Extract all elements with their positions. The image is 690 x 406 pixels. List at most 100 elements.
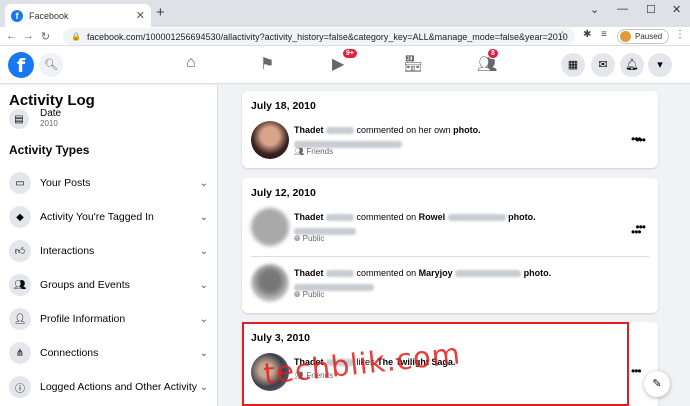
blurred-surname <box>326 127 355 135</box>
calendar-icon: ▤ <box>9 109 29 129</box>
blurred-target-surname <box>447 214 506 222</box>
globe-icon: 🌐︎ <box>294 290 303 299</box>
close-window-icon[interactable]: ✕ <box>672 3 681 16</box>
minimize-icon[interactable]: — <box>617 3 628 15</box>
compose-icon[interactable]: ✎ <box>644 371 670 397</box>
sidebar-item-interactions[interactable]: 👍︎ Interactions ⌄ <box>9 238 208 264</box>
sidebar-item-label: Connections <box>40 347 99 359</box>
sidebar-item-tagged-in[interactable]: ◆ Activity You're Tagged In ⌄ <box>9 204 208 230</box>
activity-date: July 12, 2010 <box>251 187 316 199</box>
person-icon: 👤︎ <box>9 308 31 330</box>
new-tab-button[interactable]: + <box>156 4 165 21</box>
notifications-icon[interactable]: 🔔︎ <box>620 53 644 77</box>
activity-entry[interactable]: Thadet commented on Rowel photo. 🌐︎ Publ… <box>251 208 649 252</box>
pages-flag-icon[interactable]: ⚑ <box>260 54 274 74</box>
thumbs-up-icon: 👍︎ <box>9 240 31 262</box>
activity-entry[interactable]: Thadet commented on her own photo. 👥︎ Fr… <box>251 121 649 165</box>
info-icon: ⓘ <box>9 376 31 398</box>
lock-icon[interactable]: 🔒 <box>71 32 81 41</box>
tab-search-icon[interactable]: ⌄ <box>590 3 599 16</box>
posts-icon: ▭ <box>9 172 31 194</box>
actor-name[interactable]: Thadet <box>294 268 324 278</box>
chevron-down-icon: ⌄ <box>199 347 208 359</box>
tab-title: Facebook <box>29 10 69 21</box>
sidebar-item-connections[interactable]: ⋔ Connections ⌄ <box>9 340 208 366</box>
facebook-favicon-icon: f <box>11 9 23 22</box>
facebook-logo[interactable]: f <box>8 52 34 78</box>
activity-object[interactable]: photo. <box>453 125 481 135</box>
marketplace-icon[interactable]: 🏪︎ <box>403 54 423 74</box>
audience: 👥︎ Friends <box>294 147 333 156</box>
date-filter-label: Date <box>40 108 62 119</box>
highlight-box <box>242 322 629 406</box>
actor-name[interactable]: Thadet <box>294 212 324 222</box>
more-options-icon[interactable]: ••• <box>631 225 642 239</box>
blurred-surname <box>326 270 355 278</box>
activity-action: commented on <box>356 268 417 278</box>
browser-menu-icon[interactable]: ⋮ <box>675 29 685 40</box>
activity-date: July 18, 2010 <box>251 100 316 112</box>
activity-target[interactable]: Rowel <box>419 212 446 222</box>
sidebar-item-label: Groups and Events <box>40 279 130 291</box>
activity-group-card: July 18, 2010 Thadet commented on her ow… <box>242 91 658 168</box>
activity-object[interactable]: photo. <box>524 268 552 278</box>
groups-icon[interactable]: 👥︎ 8 <box>477 48 499 74</box>
watch-icon[interactable]: ▶ 9+ <box>332 48 358 74</box>
sidebar-item-profile-information[interactable]: 👤︎ Profile Information ⌄ <box>9 306 208 332</box>
chevron-down-icon: ⌄ <box>199 279 208 291</box>
reading-list-icon[interactable]: ≡ <box>601 29 607 40</box>
forward-icon[interactable]: → <box>20 30 37 42</box>
sidebar-item-groups-events[interactable]: 👥︎ Groups and Events ⌄ <box>9 272 208 298</box>
activity-thumbnail[interactable] <box>251 121 289 159</box>
more-options-icon[interactable]: ••• <box>631 132 642 146</box>
audience: 🌐︎ Public <box>294 234 324 244</box>
activity-object[interactable]: photo. <box>508 212 536 222</box>
menu-grid-icon[interactable]: ▦ <box>561 53 585 77</box>
chevron-down-icon: ⌄ <box>199 313 208 325</box>
sidebar-item-label: Profile Information <box>40 313 126 325</box>
browser-tab[interactable]: f Facebook ✕ <box>5 4 151 27</box>
back-icon[interactable]: ← <box>3 30 20 42</box>
actor-name[interactable]: Thadet <box>294 125 324 135</box>
chevron-down-icon: ⌄ <box>199 211 208 223</box>
divider <box>251 256 649 257</box>
activity-group-card: July 12, 2010 Thadet commented on Rowel … <box>242 178 658 313</box>
groups-icon: 👥︎ <box>9 274 31 296</box>
activity-target[interactable]: Maryjoy <box>419 268 453 278</box>
sidebar-item-label: Activity You're Tagged In <box>40 211 154 223</box>
sidebar-item-label: Logged Actions and Other Activity <box>40 381 198 393</box>
blurred-target-surname <box>455 270 522 278</box>
audience-label: Friends <box>306 147 334 156</box>
paused-label: Paused <box>635 32 663 41</box>
tag-icon: ◆ <box>9 206 31 228</box>
messenger-icon[interactable]: ✉ <box>591 53 615 77</box>
maximize-icon[interactable]: ☐ <box>646 3 656 16</box>
audience-label: Public <box>302 234 325 243</box>
sidebar-item-label: Your Posts <box>40 177 91 189</box>
address-bar[interactable]: 🔒 facebook.com/100001256694530/allactivi… <box>63 28 575 45</box>
page-title: Activity Log <box>9 92 95 109</box>
watch-badge: 9+ <box>342 48 358 59</box>
profile-paused-button[interactable]: Paused <box>617 29 669 44</box>
date-filter-value: 2010 <box>40 119 58 128</box>
search-icon[interactable]: 🔍︎ <box>39 53 63 77</box>
groups-badge: 8 <box>487 48 499 59</box>
account-chevron-down-icon[interactable]: ▾ <box>648 53 672 77</box>
tab-close-icon[interactable]: ✕ <box>136 9 145 22</box>
sidebar-item-your-posts[interactable]: ▭ Your Posts ⌄ <box>9 170 208 196</box>
activity-types-heading: Activity Types <box>9 143 90 157</box>
reload-icon[interactable]: ↻ <box>37 30 54 43</box>
activity-thumbnail[interactable] <box>251 208 289 246</box>
bookmark-star-icon[interactable]: ☆ <box>558 30 567 41</box>
date-filter[interactable]: ▤ Date 2010 <box>9 108 61 130</box>
connections-icon: ⋔ <box>9 342 31 364</box>
profile-avatar <box>620 31 631 42</box>
sidebar-item-label: Interactions <box>40 245 95 257</box>
home-icon[interactable]: ⌂ <box>186 54 196 72</box>
chevron-down-icon: ⌄ <box>199 177 208 189</box>
more-options-icon[interactable]: ••• <box>631 364 642 378</box>
extensions-icon[interactable]: ✱ <box>583 29 591 40</box>
activity-entry[interactable]: Thadet commented on Maryjoy photo. 🌐︎ Pu… <box>251 264 649 308</box>
activity-thumbnail[interactable] <box>251 264 289 302</box>
sidebar-item-logged-actions[interactable]: ⓘ Logged Actions and Other Activity ⌄ <box>9 374 208 400</box>
